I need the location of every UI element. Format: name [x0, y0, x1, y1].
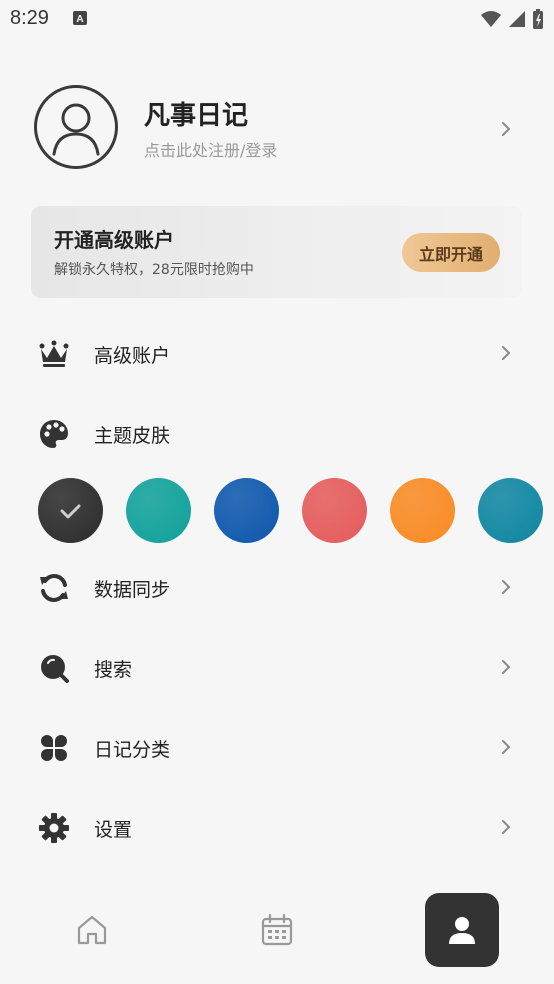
search-icon [38, 652, 70, 684]
notification-a-icon: A [72, 10, 88, 30]
gear-icon [38, 812, 70, 844]
chevron-right-icon [500, 344, 512, 366]
menu-item-data-sync[interactable]: 数据同步 [38, 568, 518, 608]
battery-icon [532, 8, 544, 34]
chevron-right-icon [500, 120, 512, 142]
menu-label: 主题皮肤 [94, 425, 171, 447]
activate-now-button[interactable]: 立即开通 [402, 233, 500, 272]
crown-icon [38, 338, 70, 370]
status-time: 8:29 [10, 7, 49, 29]
profile-header[interactable]: 凡事日记 点击此处注册/登录 [34, 85, 524, 173]
menu-label: 日记分类 [94, 739, 171, 761]
bottom-nav [0, 890, 554, 984]
avatar[interactable] [34, 85, 118, 169]
theme-swatch-red[interactable] [302, 478, 367, 543]
menu-item-diary-categories[interactable]: 日记分类 [38, 728, 518, 768]
sync-icon [38, 572, 70, 604]
theme-swatches [38, 478, 554, 544]
theme-swatch-teal[interactable] [126, 478, 191, 543]
nav-home-icon[interactable] [74, 912, 110, 952]
theme-swatch-cyan[interactable] [478, 478, 543, 543]
menu-item-premium-account[interactable]: 高级账户 [38, 334, 518, 374]
nav-profile-button[interactable] [425, 893, 499, 967]
chevron-right-icon [500, 578, 512, 600]
check-icon [60, 504, 81, 519]
menu-label: 设置 [94, 819, 133, 841]
app-name: 凡事日记 [144, 101, 249, 131]
default-user-icon [52, 103, 100, 156]
menu-item-settings[interactable]: 设置 [38, 808, 518, 848]
premium-title: 开通高级账户 [54, 228, 174, 252]
user-icon [449, 917, 475, 944]
nav-calendar-icon[interactable] [259, 912, 295, 952]
menu-item-search[interactable]: 搜索 [38, 648, 518, 688]
menu-item-theme[interactable]: 主题皮肤 [38, 414, 518, 454]
menu-label: 数据同步 [94, 579, 171, 601]
chevron-right-icon [500, 658, 512, 680]
theme-swatch-orange[interactable] [390, 478, 455, 543]
signal-icon [508, 10, 526, 32]
status-bar: 8:29 A [0, 0, 554, 40]
chevron-right-icon [500, 818, 512, 840]
palette-icon [38, 418, 70, 450]
menu-label: 高级账户 [94, 345, 171, 367]
theme-swatch-blue[interactable] [214, 478, 279, 543]
clover-grid-icon [38, 732, 70, 764]
svg-text:A: A [76, 14, 83, 25]
chevron-right-icon [500, 738, 512, 760]
login-hint[interactable]: 点击此处注册/登录 [144, 137, 277, 161]
theme-swatch-black[interactable] [38, 478, 103, 543]
menu-label: 搜索 [94, 659, 133, 681]
wifi-icon [480, 9, 502, 33]
premium-promo-card[interactable]: 开通高级账户 解锁永久特权，28元限时抢购中 立即开通 [31, 206, 522, 298]
premium-subtitle: 解锁永久特权，28元限时抢购中 [54, 262, 254, 278]
